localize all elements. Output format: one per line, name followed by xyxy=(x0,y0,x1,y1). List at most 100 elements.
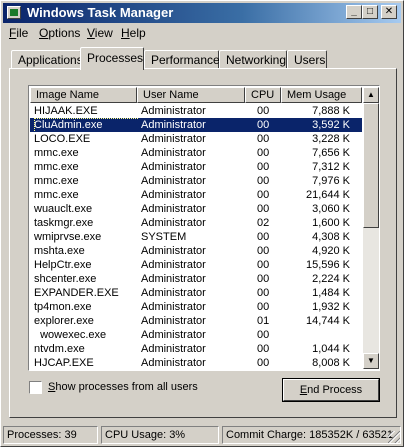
table-row[interactable]: CluAdmin.exe Administrator 00 3,592 K xyxy=(30,118,362,132)
process-list[interactable]: Image Name User Name CPU Mem Usage HIJAA… xyxy=(28,85,380,371)
process-mem-usage: 1,600 K xyxy=(312,217,350,229)
table-row[interactable]: mmc.exe Administrator 00 7,976 K xyxy=(30,174,362,188)
process-image-name: CluAdmin.exe xyxy=(34,118,138,132)
process-user-name: Administrator xyxy=(141,343,206,355)
process-cpu: 00 xyxy=(257,161,270,173)
process-image-name: shcenter.exe xyxy=(34,273,97,285)
menu-file[interactable]: File xyxy=(9,26,28,40)
process-image-name: wmiprvse.exe xyxy=(34,231,102,243)
menu-bar: File Options View Help xyxy=(3,24,401,43)
table-row[interactable]: HelpCtr.exe Administrator 00 15,596 K xyxy=(30,258,362,272)
table-row[interactable]: wuauclt.exe Administrator 00 3,060 K xyxy=(30,202,362,216)
process-user-name: Administrator xyxy=(141,357,206,369)
tab-processes[interactable]: Processes xyxy=(80,47,144,70)
process-image-name: explorer.exe xyxy=(34,315,94,327)
process-user-name: Administrator xyxy=(141,133,206,145)
table-row[interactable]: wowexec.exe Administrator 00 xyxy=(30,328,362,342)
process-mem-usage: 2,224 K xyxy=(312,273,350,285)
process-user-name: Administrator xyxy=(141,203,206,215)
show-all-processes-label[interactable]: Show processes from all users xyxy=(48,381,198,393)
table-row[interactable]: explorer.exe Administrator 01 14,744 K xyxy=(30,314,362,328)
process-cpu: 00 xyxy=(257,273,270,285)
task-manager-window: Windows Task Manager _ □ ✕ File Options … xyxy=(0,0,404,447)
process-cpu: 00 xyxy=(257,287,270,299)
table-row[interactable]: taskmgr.exe Administrator 02 1,600 K xyxy=(30,216,362,230)
process-cpu: 00 xyxy=(257,147,270,159)
table-row[interactable]: mmc.exe Administrator 00 7,656 K xyxy=(30,146,362,160)
tab-users[interactable]: Users xyxy=(287,50,327,69)
table-row[interactable]: shcenter.exe Administrator 00 2,224 K xyxy=(30,272,362,286)
process-user-name: Administrator xyxy=(141,147,206,159)
tab-networking[interactable]: Networking xyxy=(219,50,287,69)
process-image-name: EXPANDER.EXE xyxy=(34,287,119,299)
process-image-name: mshta.exe xyxy=(34,245,85,257)
process-user-name: Administrator xyxy=(141,105,206,117)
end-process-text: nd Process xyxy=(307,384,363,396)
minimize-button[interactable]: _ xyxy=(346,5,362,19)
column-user-name[interactable]: User Name xyxy=(137,87,245,103)
menu-options-accel: O xyxy=(39,26,49,40)
menu-options[interactable]: Options xyxy=(39,26,80,40)
process-image-name: ntvdm.exe xyxy=(34,343,85,355)
menu-view[interactable]: View xyxy=(87,26,113,40)
process-user-name: Administrator xyxy=(141,189,206,201)
scroll-thumb[interactable] xyxy=(363,103,379,228)
tab-applications[interactable]: Applications xyxy=(11,50,83,69)
tab-strip: Applications Processes Performance Netwo… xyxy=(11,47,397,70)
menu-help-label: elp xyxy=(129,26,146,40)
process-rows: HIJAAK.EXE Administrator 00 7,888 K CluAdmin… xyxy=(30,104,362,370)
show-all-text: how processes from all users xyxy=(55,381,198,393)
process-image-name: wowexec.exe xyxy=(34,329,107,341)
process-user-name: Administrator xyxy=(141,273,206,285)
process-cpu: 00 xyxy=(257,245,270,257)
process-image-name: HelpCtr.exe xyxy=(34,259,92,271)
scroll-up-arrow-icon[interactable]: ▲ xyxy=(363,87,379,103)
process-user-name: Administrator xyxy=(141,245,206,257)
maximize-button[interactable]: □ xyxy=(362,5,378,19)
table-row[interactable]: mmc.exe Administrator 00 21,644 K xyxy=(30,188,362,202)
table-row[interactable]: mshta.exe Administrator 00 4,920 K xyxy=(30,244,362,258)
menu-help[interactable]: Help xyxy=(121,26,146,40)
menu-help-accel: H xyxy=(121,26,130,40)
resize-grip-icon[interactable] xyxy=(388,431,400,443)
status-cpu-usage: CPU Usage: 3% xyxy=(101,426,219,444)
close-button[interactable]: ✕ xyxy=(381,5,397,19)
process-user-name: Administrator xyxy=(141,287,206,299)
process-image-name: mmc.exe xyxy=(34,175,79,187)
process-image-name: taskmgr.exe xyxy=(34,217,94,229)
process-image-name: HIJAAK.EXE xyxy=(34,105,98,117)
column-image-name[interactable]: Image Name xyxy=(30,87,137,103)
column-mem-usage[interactable]: Mem Usage xyxy=(281,87,362,103)
process-cpu: 00 xyxy=(257,203,270,215)
scroll-down-arrow-icon[interactable]: ▼ xyxy=(363,353,379,369)
process-mem-usage: 3,060 K xyxy=(312,203,350,215)
process-image-name: mmc.exe xyxy=(34,147,79,159)
process-image-name: tp4mon.exe xyxy=(34,301,92,313)
table-row[interactable]: LOCO.EXE Administrator 00 3,228 K xyxy=(30,132,362,146)
vertical-scrollbar[interactable]: ▲ ▼ xyxy=(363,87,379,369)
show-all-processes-checkbox[interactable] xyxy=(29,381,42,394)
table-row[interactable]: mmc.exe Administrator 00 7,312 K xyxy=(30,160,362,174)
table-row[interactable]: ntvdm.exe Administrator 00 1,044 K xyxy=(30,342,362,356)
process-cpu: 00 xyxy=(257,119,270,131)
process-cpu: 00 xyxy=(257,105,270,117)
tab-performance[interactable]: Performance xyxy=(144,50,220,69)
process-user-name: Administrator xyxy=(141,161,206,173)
process-cpu: 00 xyxy=(257,231,270,243)
process-image-name: mmc.exe xyxy=(34,161,79,173)
table-row[interactable]: HIJAAK.EXE Administrator 00 7,888 K xyxy=(30,104,362,118)
table-row[interactable]: HJCAP.EXE Administrator 00 8,008 K xyxy=(30,356,362,370)
process-user-name: Administrator xyxy=(141,217,206,229)
process-cpu: 00 xyxy=(257,301,270,313)
title-bar[interactable]: Windows Task Manager _ □ ✕ xyxy=(3,3,401,23)
process-mem-usage: 7,656 K xyxy=(312,147,350,159)
table-row[interactable]: tp4mon.exe Administrator 00 1,932 K xyxy=(30,300,362,314)
process-mem-usage: 7,888 K xyxy=(312,105,350,117)
process-cpu: 00 xyxy=(257,329,270,341)
column-cpu[interactable]: CPU xyxy=(245,87,281,103)
table-row[interactable]: wmiprvse.exe SYSTEM 00 4,308 K xyxy=(30,230,362,244)
table-row[interactable]: EXPANDER.EXE Administrator 00 1,484 K xyxy=(30,286,362,300)
menu-file-label: ile xyxy=(16,26,29,40)
window-title: Windows Task Manager xyxy=(27,5,174,20)
end-process-button[interactable]: End Process xyxy=(282,378,380,402)
